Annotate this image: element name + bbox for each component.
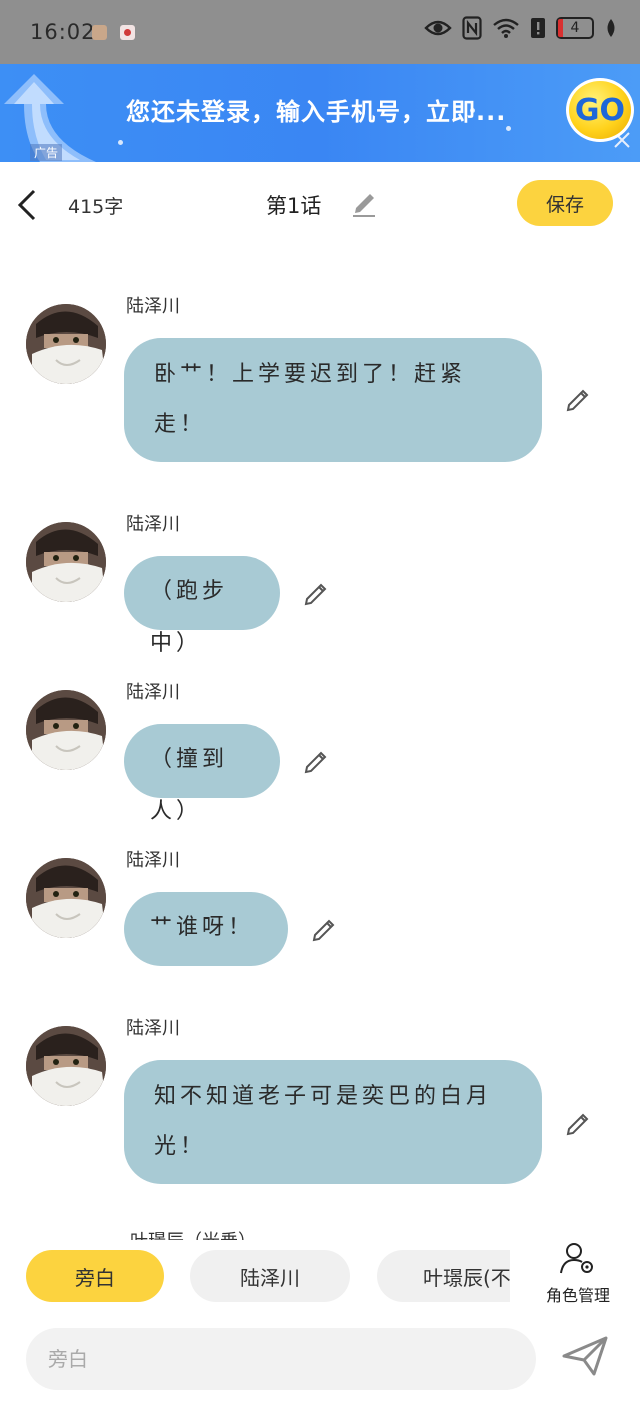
chapter-title: 第1话 (266, 194, 322, 218)
message-bubble[interactable]: （跑步中） (124, 556, 280, 656)
send-icon (562, 1336, 608, 1376)
role-chip-yejingchen[interactable]: 叶璟辰(不 (377, 1250, 510, 1302)
pencil-icon[interactable] (302, 746, 330, 778)
message-text: （撞到人） (150, 747, 229, 824)
word-count: 415字 (68, 196, 124, 218)
role-chip-narrator[interactable]: 旁白 (26, 1250, 164, 1302)
battery-level: 4 (570, 20, 580, 36)
avatar[interactable] (26, 522, 106, 602)
message-text: 卧艹！上学要迟到了！赶紧走！ (154, 362, 467, 437)
status-bar: 16:02 4 (0, 0, 640, 64)
eye-icon (424, 20, 452, 36)
editor-header: 415字 第1话 保存 (0, 162, 640, 250)
app-notification-icon (92, 25, 107, 40)
pencil-icon[interactable] (564, 384, 592, 416)
pencil-icon[interactable] (310, 914, 338, 946)
speaker-name: 陆泽川 (126, 514, 180, 535)
pencil-icon[interactable] (302, 578, 330, 610)
ad-go-button[interactable]: GO (566, 78, 634, 142)
ad-banner[interactable]: 您还未登录，输入手机号，立即... 广告 (0, 64, 640, 162)
role-manage-button[interactable]: 角色管理 (536, 1240, 620, 1310)
pencil-icon[interactable] (350, 188, 378, 222)
battery-icon: 4 (556, 17, 594, 39)
back-button[interactable] (14, 188, 42, 222)
ad-tag: 广告 (30, 144, 63, 161)
wifi-icon (493, 18, 519, 38)
chevron-left-icon (17, 189, 36, 221)
message-bubble[interactable]: 知不知道老子可是奕巴的白月光！ (124, 1060, 542, 1184)
role-chip-luzechuan[interactable]: 陆泽川 (190, 1250, 350, 1302)
message-bubble[interactable]: 卧艹！上学要迟到了！赶紧走！ (124, 338, 542, 462)
avatar[interactable] (26, 858, 106, 938)
alert-icon (531, 18, 545, 38)
pencil-icon[interactable] (564, 1108, 592, 1140)
message-input[interactable] (26, 1328, 536, 1390)
status-indicators: 4 (424, 16, 618, 40)
message-bubble[interactable]: （撞到人） (124, 724, 280, 824)
message-list[interactable]: 陆泽川 卧艹！上学要迟到了！赶紧走！ 陆泽川 （跑步中） 陆泽川 （撞到人） 陆… (0, 250, 640, 1240)
nfc-icon (462, 16, 482, 40)
user-settings-icon (560, 1243, 593, 1274)
avatar[interactable] (26, 690, 106, 770)
message-text: （跑步中） (150, 579, 229, 656)
avatar[interactable] (26, 304, 106, 384)
role-manage-label: 角色管理 (545, 1286, 610, 1305)
message-text: 知不知道老子可是奕巴的白月光！ (154, 1084, 493, 1159)
composer (0, 1318, 640, 1408)
message-bubble[interactable]: 艹谁呀！ (124, 892, 288, 966)
speaker-name: 陆泽川 (126, 682, 180, 703)
speaker-name: 陆泽川 (126, 850, 180, 871)
leaf-icon (607, 19, 615, 37)
status-time: 16:02 (30, 20, 96, 44)
save-button[interactable]: 保存 (517, 180, 613, 226)
speaker-name: 陆泽川 (126, 1018, 180, 1039)
app-notification-icon (120, 25, 135, 40)
speaker-name: 陆泽川 (126, 296, 180, 317)
avatar[interactable] (26, 1026, 106, 1106)
send-button[interactable] (560, 1334, 618, 1384)
message-text: 艹谁呀！ (150, 915, 255, 940)
ad-text: 您还未登录，输入手机号，立即... (126, 98, 507, 126)
role-selector: 旁白 陆泽川 叶璟辰(不 角色管理 (0, 1240, 640, 1316)
